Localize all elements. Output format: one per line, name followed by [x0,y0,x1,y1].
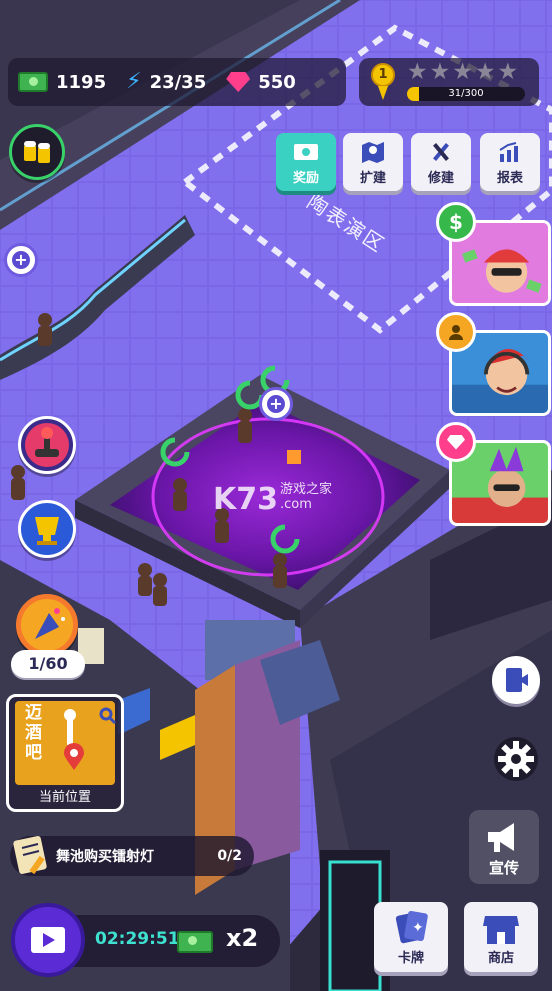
rating-progress-bar: 31/300 [407,87,525,101]
add-bar-seat-button[interactable]: + [4,243,38,277]
person-badge-icon [436,312,476,352]
party-event-button[interactable] [16,594,78,656]
resource-bar: 1195 ⚡ 23/35 550 [8,58,346,106]
lightning-icon: ⚡ [126,69,142,94]
watermark-site-name: 游戏之家 [280,482,333,497]
add-dance-floor-item-button[interactable]: + [259,387,293,421]
shop-label: 商店 [487,951,514,966]
drinks-status-button[interactable] [9,124,65,180]
magnifier-icon[interactable] [99,707,117,725]
promote-label: 宣传 [488,859,519,877]
boost-multiplier: x2 [226,924,259,952]
medal-ribbon [378,86,388,100]
gem-resource: 550 [226,72,296,93]
shop-icon [483,916,519,944]
report-label: 报表 [496,171,523,186]
expand-label: 扩建 [359,171,386,186]
party-popper-icon [21,599,73,651]
expand-button[interactable]: 扩建 [343,133,403,191]
gem-badge-icon [436,422,476,462]
cards-button[interactable]: ✦ 卡牌 [374,902,448,972]
build-button[interactable]: 修建 [411,133,471,191]
build-label: 修建 [427,171,454,186]
map-icon [362,142,384,163]
cash-amount: 1195 [56,71,107,93]
rating-panel[interactable]: 1 ★ ★ ★ ★ ★ 31/300 [359,58,539,106]
watermark-brand: K73 [213,482,278,517]
party-counter: 1/60 [11,650,85,678]
location-sign-text: 迈酒吧 [25,703,42,763]
cash-icon [177,931,213,953]
quest-progress: 0/2 [217,848,242,864]
gem-amount: 550 [258,71,296,93]
video-play-icon [31,927,65,953]
watermark-domain: .com [280,497,312,512]
gear-icon [494,737,538,781]
beer-mugs-icon [24,141,50,163]
location-pin-icon [64,743,84,770]
location-minimap[interactable]: 迈酒吧 当前位置 [6,694,124,812]
arcade-button[interactable] [18,416,76,474]
current-location-label: 当前位置 [38,790,91,805]
cards-label: 卡牌 [397,951,424,966]
quest-scroll-icon [13,836,47,875]
rating-star-icon: ★ [407,59,428,85]
quest-text: 舞池购买镭射灯 [56,849,154,865]
star-rating: ★ ★ ★ ★ ★ [407,61,518,84]
reward-button[interactable]: 奖励 [276,133,336,191]
cash-badge-icon: $ [436,202,476,242]
settings-button[interactable] [492,735,540,783]
promote-button[interactable]: 宣传 [469,810,539,884]
plus-icon: + [269,394,283,413]
bar-tower-icon [64,709,76,745]
plus-icon: + [14,250,28,269]
watch-video-button[interactable] [11,903,85,977]
report-button[interactable]: 报表 [480,133,540,191]
chart-icon [499,142,518,162]
rating-star-icon: ★ [474,59,496,85]
joystick-icon [25,423,69,467]
reward-label: 奖励 [292,171,319,186]
rating-star-icon: ★ [497,59,519,85]
rating-star-icon: ★ [429,59,451,85]
exit-button[interactable] [492,656,540,704]
quest-bar[interactable]: 舞池购买镭射灯 0/2 [10,836,254,876]
energy-amount: 23/35 [149,71,207,93]
cash-icon [18,72,48,92]
minimap-area: 迈酒吧 [15,701,117,785]
trophy-button[interactable] [18,500,76,558]
watermark-site: 游戏之家 .com [280,482,332,512]
tools-icon [433,143,449,161]
shop-button[interactable]: 商店 [464,902,538,972]
megaphone-icon [488,823,514,852]
level-medal-icon: 1 [371,63,395,87]
rating-star-icon: ★ [452,59,473,85]
gem-icon [226,72,251,92]
cash-resource: 1195 [18,72,106,93]
trophy-icon [35,517,59,545]
svg-text:✦: ✦ [412,920,424,936]
exit-door-icon [506,668,528,692]
rating-progress-text: 31/300 [448,88,484,99]
reward-icon [294,144,318,160]
boost-countdown: 02:29:51 [95,929,180,949]
energy-resource: ⚡ 23/35 [126,71,206,93]
person-icon [449,325,463,340]
cards-icon: ✦ [395,910,428,944]
